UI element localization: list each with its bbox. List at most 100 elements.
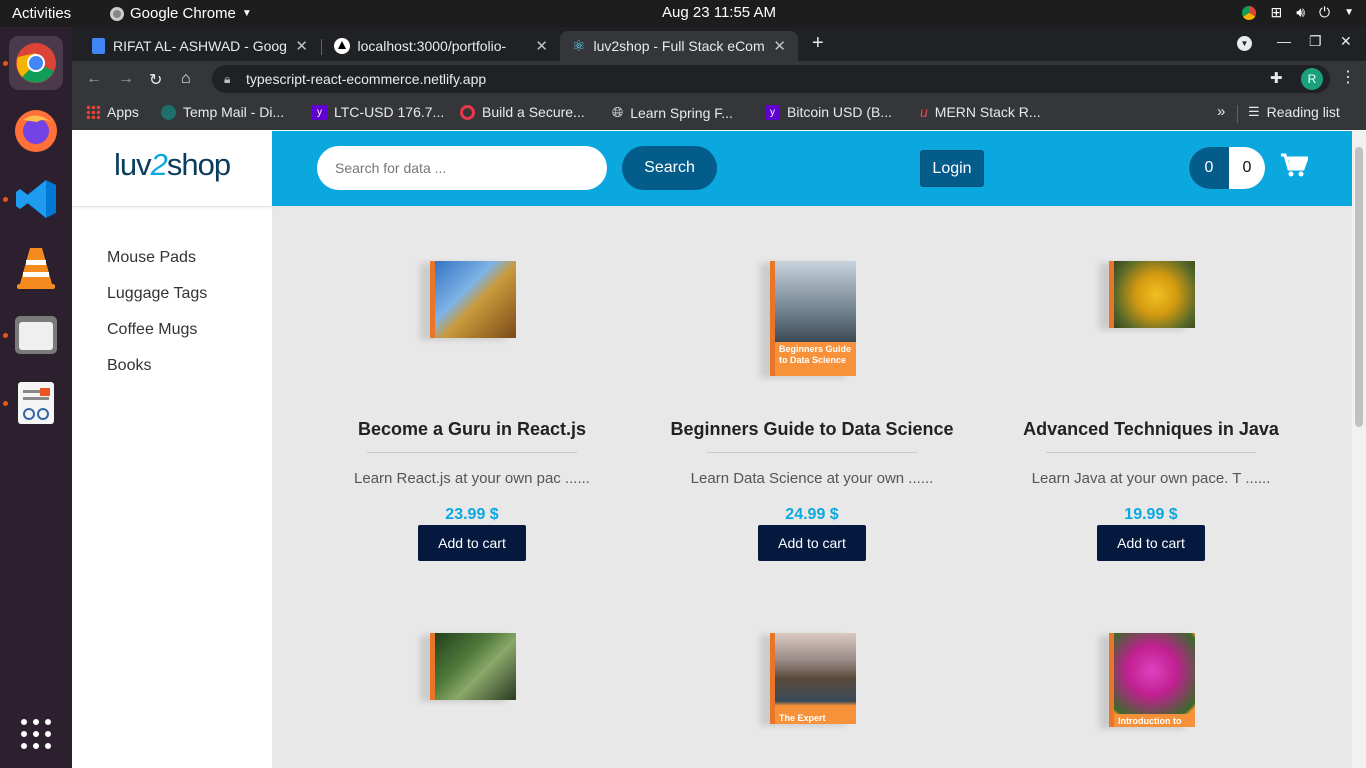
tab-localhost[interactable]: localhost:3000/portfolio- ✕ [322, 31, 560, 61]
extensions-icon[interactable]: ✚ [1270, 69, 1283, 87]
category-coffee-mugs[interactable]: Coffee Mugs [107, 321, 197, 339]
more-bookmarks-icon[interactable]: » [1217, 103, 1225, 120]
new-tab-icon[interactable]: + [812, 32, 824, 55]
product-price: 24.99 $ [785, 506, 839, 523]
text-editor-dock-icon[interactable] [9, 376, 63, 430]
product-image-row2-1[interactable] [430, 633, 516, 700]
clock[interactable]: Aug 23 11:55 AM [662, 4, 776, 21]
add-to-cart-button[interactable]: Add to cart [1097, 525, 1205, 561]
product-image-row2-3[interactable]: Introduction to [1109, 633, 1195, 727]
running-dot [3, 401, 8, 406]
close-tab-icon[interactable]: ✕ [535, 37, 548, 55]
bookmarks-bar: Apps Temp Mail - Di... y LTC-USD 176.7..… [72, 97, 1366, 130]
product-description: Learn Data Science at your own ...... [690, 470, 934, 487]
lock-icon: 🔒︎ [224, 72, 231, 86]
logo-text: luv2shop [114, 147, 231, 182]
close-window-icon[interactable]: ✕ [1340, 33, 1352, 50]
close-tab-icon[interactable]: ✕ [295, 37, 308, 55]
page-scrollbar[interactable] [1352, 131, 1366, 768]
divider [1046, 452, 1256, 453]
search-button[interactable]: Search [622, 146, 717, 190]
show-apps-icon[interactable] [9, 707, 63, 761]
product-image-react[interactable] [430, 261, 516, 338]
tab-title: luv2shop - Full Stack eCom [593, 38, 765, 54]
bookmark-ltc[interactable]: y LTC-USD 176.7... [312, 104, 444, 120]
apps-grid-icon [86, 105, 100, 119]
product-name[interactable]: Become a Guru in React.js [322, 419, 622, 440]
divider [707, 452, 917, 453]
tab-google-docs[interactable]: RIFAT AL- ASHWAD - Goog ✕ [80, 31, 320, 61]
category-books[interactable]: Books [107, 357, 151, 375]
bookmark-apps[interactable]: Apps [86, 104, 139, 120]
files-dock-icon[interactable] [9, 308, 63, 362]
activities-button[interactable]: Activities [12, 5, 71, 22]
home-icon[interactable]: ⌂ [181, 70, 191, 88]
forward-icon[interactable]: → [118, 70, 134, 88]
menu-kebab-icon[interactable]: ⋮ [1340, 67, 1356, 87]
scrollbar-thumb[interactable] [1355, 147, 1363, 427]
bookmark-label: Temp Mail - Di... [183, 104, 285, 120]
close-tab-icon[interactable]: ✕ [773, 37, 786, 55]
running-dot [3, 197, 8, 202]
back-icon[interactable]: ← [86, 70, 102, 88]
volume-icon: 🔊︎ [1296, 4, 1306, 20]
bookmark-build-secure[interactable]: Build a Secure... [460, 104, 585, 120]
dock [0, 27, 72, 768]
login-button[interactable]: Login [920, 150, 984, 187]
system-tray[interactable]: ⊞ 🔊︎ ⏻ ▼ [1242, 4, 1354, 21]
url-text: typescript-react-ecommerce.netlify.app [246, 71, 487, 87]
cart-quantity: 0 [1242, 159, 1252, 176]
profile-avatar[interactable]: R [1301, 68, 1323, 90]
reload-icon[interactable]: ↻ [149, 70, 162, 90]
product-description: Learn Java at your own pace. T ...... [1031, 470, 1271, 487]
tab-strip: RIFAT AL- ASHWAD - Goog ✕ localhost:3000… [72, 27, 1366, 61]
cart-status[interactable]: 0 0 [1189, 147, 1265, 189]
bookmark-mern[interactable]: u MERN Stack R... [920, 104, 1041, 120]
reading-list-button[interactable]: ☰ Reading list [1248, 104, 1340, 120]
vscode-dock-icon[interactable] [9, 172, 63, 226]
shopping-cart-icon[interactable] [1280, 153, 1310, 182]
add-to-cart-button[interactable]: Add to cart [418, 525, 526, 561]
gnome-top-bar: Activities Google Chrome ▼ Aug 23 11:55 … [0, 0, 1366, 27]
product-image-row2-2[interactable]: The Expert [770, 633, 856, 724]
search-input[interactable] [317, 146, 607, 190]
product-image-java[interactable] [1109, 261, 1195, 328]
site-logo[interactable]: luv2shop [72, 131, 272, 207]
toolbar: ← → ↻ ⌂ 🔒︎ typescript-react-ecommerce.ne… [72, 61, 1366, 97]
bookmark-learn-spring[interactable]: 🌐︎ Learn Spring F... [612, 104, 733, 121]
running-dot [3, 333, 8, 338]
yahoo-icon: y [312, 104, 327, 120]
bookmark-label: Bitcoin USD (B... [787, 104, 893, 120]
product-name[interactable]: Advanced Techniques in Java [1001, 419, 1301, 440]
shop-header: Search Login 0 0 [272, 131, 1352, 206]
bookmark-temp-mail[interactable]: Temp Mail - Di... [161, 104, 284, 120]
category-luggage-tags[interactable]: Luggage Tags [107, 285, 207, 303]
product-price: 23.99 $ [445, 506, 499, 523]
cover-text: The Expert [775, 711, 856, 724]
bookmark-label: Apps [107, 104, 139, 120]
address-bar[interactable]: 🔒︎ typescript-react-ecommerce.netlify.ap… [212, 65, 1330, 93]
app-menu[interactable]: Google Chrome ▼ [110, 5, 252, 22]
firefox-dock-icon[interactable] [9, 104, 63, 158]
tray-caret-icon: ▼ [1344, 7, 1354, 18]
chrome-dock-icon[interactable] [9, 36, 63, 90]
react-icon: ⚛ [572, 38, 586, 55]
tab-title: RIFAT AL- ASHWAD - Goog [112, 38, 287, 54]
temp-mail-icon [161, 104, 176, 120]
vlc-dock-icon[interactable] [9, 240, 63, 294]
nextjs-icon [334, 38, 350, 54]
tab-search-icon[interactable]: ▼ [1237, 36, 1252, 51]
cover-text: Beginners Guide to Data Science [775, 342, 856, 376]
product-image-data-science[interactable]: Beginners Guide to Data Science [770, 261, 856, 376]
category-mouse-pads[interactable]: Mouse Pads [107, 249, 196, 267]
mern-icon: u [920, 104, 928, 120]
network-icon: ⊞ [1270, 4, 1283, 20]
add-to-cart-button[interactable]: Add to cart [758, 525, 866, 561]
bookmark-bitcoin[interactable]: y Bitcoin USD (B... [765, 104, 892, 120]
maximize-icon[interactable]: ❐ [1309, 33, 1322, 50]
reading-list-label: Reading list [1266, 104, 1340, 120]
minimize-icon[interactable]: — [1277, 33, 1291, 49]
tab-luv2shop[interactable]: ⚛ luv2shop - Full Stack eCom ✕ [560, 31, 798, 61]
docs-icon [92, 38, 105, 54]
product-name[interactable]: Beginners Guide to Data Science [662, 419, 962, 440]
